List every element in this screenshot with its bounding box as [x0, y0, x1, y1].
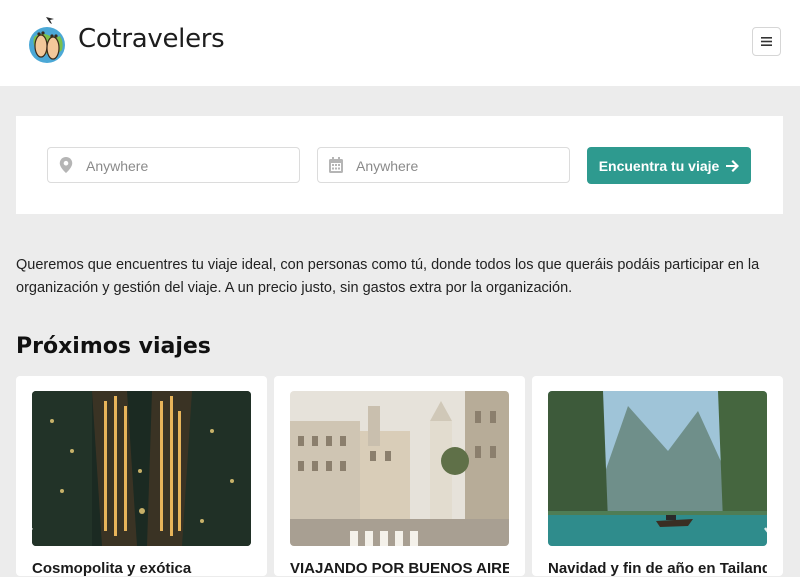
upcoming-trips-title: Próximos viajes [16, 334, 211, 359]
trip-title[interactable]: Cosmopolita y exótica [32, 560, 251, 577]
map-pin-icon [59, 157, 73, 173]
brand-name[interactable]: Cotravelers [78, 24, 225, 54]
hamburger-icon [761, 37, 772, 46]
lake-mountains-image [548, 391, 767, 546]
site-header: Cotravelers [0, 0, 800, 86]
calendar-icon [329, 157, 343, 173]
trip-image[interactable] [32, 391, 251, 546]
location-input[interactable] [84, 148, 293, 184]
menu-button[interactable] [752, 27, 781, 56]
date-field[interactable] [317, 147, 570, 184]
trip-card[interactable]: Navidad y fin de año en Tailandia [532, 376, 783, 577]
arrow-right-icon [726, 159, 740, 172]
trip-card[interactable]: Cosmopolita y exótica [16, 376, 267, 577]
chevron-right-icon[interactable] [763, 526, 777, 556]
trip-image[interactable] [290, 391, 509, 546]
chevron-left-icon[interactable] [20, 526, 34, 556]
intro-text: Queremos que encuentres tu viaje ideal, … [16, 257, 760, 296]
find-trip-button[interactable]: Encuentra tu viaje [587, 147, 751, 184]
trip-card[interactable]: VIAJANDO POR BUENOS AIRES [274, 376, 525, 577]
find-trip-label: Encuentra tu viaje [598, 157, 720, 174]
date-input[interactable] [354, 148, 563, 184]
city-street-image [290, 391, 509, 546]
trip-image[interactable] [548, 391, 767, 546]
trip-title[interactable]: VIAJANDO POR BUENOS AIRES [290, 560, 509, 577]
trip-title[interactable]: Navidad y fin de año en Tailandia [548, 560, 767, 577]
city-night-image [32, 391, 251, 546]
search-panel: Encuentra tu viaje [16, 116, 783, 214]
cotravelers-logo[interactable] [26, 12, 70, 66]
location-field[interactable] [47, 147, 300, 184]
